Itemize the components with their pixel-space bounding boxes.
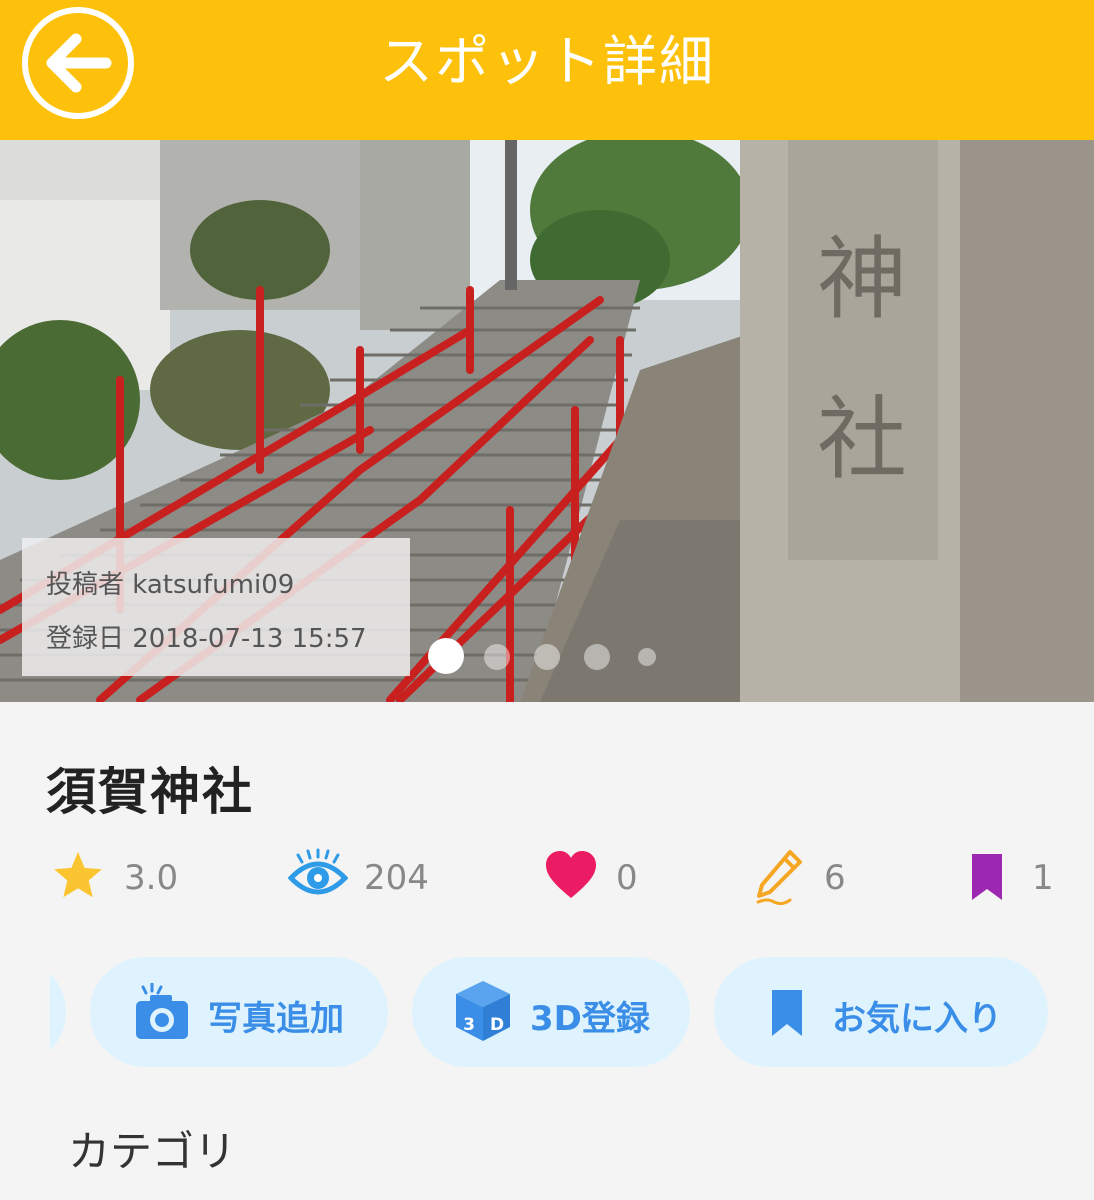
svg-text:3: 3 [463, 1015, 475, 1035]
favorite-button[interactable]: お気に入り [714, 957, 1048, 1067]
photo-meta-overlay: 投稿者 katsufumi09 登録日 2018-07-13 15:57 [22, 538, 410, 676]
camera-icon [136, 983, 188, 1039]
carousel-indicator [428, 638, 668, 674]
star-icon [54, 852, 102, 898]
register-3d-button[interactable]: 3 D 3D登録 [412, 957, 690, 1067]
app-header: スポット詳細 [0, 0, 1094, 140]
pencil-icon [756, 850, 802, 906]
rating-value: 3.0 [124, 858, 179, 898]
poster-label: 投稿者 katsufumi09 [46, 570, 295, 600]
likes-stat: 0 [544, 848, 664, 908]
favorite-label: お気に入り [832, 999, 1002, 1039]
views-stat: 204 [288, 848, 448, 908]
carousel-dot[interactable] [484, 644, 510, 670]
views-value: 204 [364, 858, 429, 898]
bookmarks-stat: 1 [970, 848, 1070, 908]
svg-text:神: 神 [817, 227, 907, 332]
bookmarks-value: 1 [1032, 858, 1054, 898]
add-photo-button[interactable]: 写真追加 [90, 957, 388, 1067]
heart-icon [546, 851, 596, 898]
bookmark-icon [772, 990, 802, 1036]
cube-3d-icon: 3 D [456, 981, 510, 1041]
registered-date-label: 登録日 2018-07-13 15:57 [46, 624, 367, 654]
spot-photo-carousel[interactable]: 神 社 投稿者 katsufumi09 登録日 2018-07-13 15:57 [0, 140, 1094, 702]
eye-icon [288, 848, 348, 895]
svg-text:社: 社 [817, 387, 907, 492]
scroll-edge-mask [0, 957, 50, 1067]
spot-name: 須賀神社 [46, 763, 254, 821]
page-title: スポット詳細 [379, 30, 715, 93]
bookmark-icon [972, 854, 1002, 900]
carousel-dot-active[interactable] [428, 638, 464, 674]
carousel-dot[interactable] [584, 644, 610, 670]
category-heading: カテゴリ [68, 1127, 237, 1176]
posts-value: 6 [824, 858, 846, 898]
carousel-dot[interactable] [534, 644, 560, 670]
carousel-dot[interactable] [638, 648, 656, 666]
posts-stat: 6 [754, 848, 874, 908]
svg-text:D: D [490, 1015, 504, 1035]
add-photo-label: 写真追加 [208, 999, 344, 1039]
register-3d-label: 3D登録 [530, 999, 650, 1039]
rating-stat: 3.0 [50, 848, 210, 908]
likes-value: 0 [616, 858, 638, 898]
